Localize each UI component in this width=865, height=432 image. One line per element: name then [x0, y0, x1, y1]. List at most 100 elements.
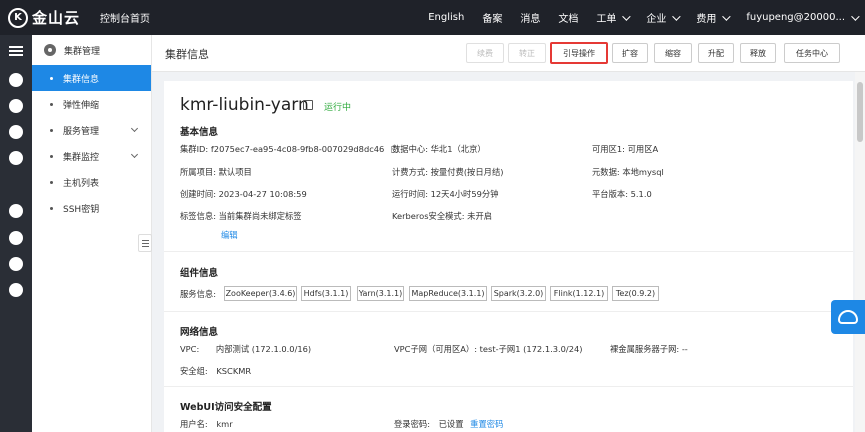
- sidebar-item-label: 主机列表: [63, 178, 100, 189]
- baremetal-subnet: 裸金属服务器子网: --: [610, 344, 688, 354]
- section-basic-title: 基本信息: [180, 127, 219, 138]
- product-icon-4[interactable]: [9, 151, 23, 165]
- sidebar-header-label: 集群管理: [64, 46, 101, 57]
- section-webui-title: WebUI访问安全配置: [180, 402, 272, 413]
- nav-docs[interactable]: 文档: [558, 10, 578, 25]
- component-tag-zookeeper: ZooKeeper(3.4.6): [224, 286, 297, 301]
- service-info-label: 服务信息:: [180, 289, 216, 299]
- chevron-down-icon: [622, 11, 632, 21]
- chevron-down-icon: [130, 150, 139, 159]
- floating-help-button[interactable]: [831, 300, 865, 334]
- webui-password: 登录密码: 已设置 重置密码: [394, 419, 504, 429]
- chevron-down-icon: [722, 11, 732, 21]
- sidebar-item-ssh-keys[interactable]: SSH密钥: [32, 195, 151, 221]
- top-nav-links: English 备案 消息 文档 工单 企业 费用 fuyupeng@20000…: [410, 0, 860, 35]
- nav-beian[interactable]: 备案: [482, 10, 502, 25]
- renew-button[interactable]: 续费: [466, 43, 504, 63]
- task-center-button[interactable]: 任务中心: [784, 43, 840, 63]
- sidebar-item-label: 集群信息: [63, 74, 100, 85]
- created-time: 创建时间: 2023-04-27 10:08:59: [180, 189, 307, 199]
- cloud-icon: [838, 310, 858, 324]
- cluster-name: kmr-liubin-yarn: [180, 95, 309, 115]
- sidebar-item-cluster-info[interactable]: 集群信息: [32, 65, 151, 91]
- data-center: 数据中心: 华北1（北京）: [392, 144, 486, 154]
- sidebar-item-host-list[interactable]: 主机列表: [32, 169, 151, 195]
- vpc-subnet: VPC子网（可用区A）: test-子网1 (172.1.3.0/24): [394, 344, 583, 354]
- bullet-icon: [50, 206, 53, 210]
- section-components-title: 组件信息: [180, 268, 219, 279]
- scale-out-button[interactable]: 扩容: [612, 43, 648, 63]
- product-icon-3[interactable]: [9, 125, 23, 139]
- billing-mode: 计费方式: 按量付费(按日月结): [392, 167, 504, 177]
- bootstrap-action-button[interactable]: 引导操作: [550, 42, 608, 64]
- nav-messages[interactable]: 消息: [520, 10, 540, 25]
- upgrade-button[interactable]: 升配: [698, 43, 734, 63]
- divider: [164, 311, 853, 312]
- status-badge: 运行中: [324, 103, 352, 113]
- bullet-icon: [50, 102, 53, 106]
- component-tag-yarn: Yarn(3.1.1): [357, 286, 404, 301]
- edit-icon[interactable]: [303, 100, 313, 110]
- project: 所属项目: 默认项目: [180, 167, 252, 177]
- gear-icon: [44, 44, 56, 56]
- chevron-down-icon: [851, 11, 860, 21]
- sidebar-item-label: 服务管理: [63, 126, 100, 137]
- sidebar-item-autoscale[interactable]: 弹性伸缩: [32, 91, 151, 117]
- kerberos-mode: Kerberos安全模式: 未开启: [392, 211, 493, 221]
- sidebar-item-service-management[interactable]: 服务管理: [32, 117, 151, 143]
- release-button[interactable]: 释放: [740, 43, 776, 63]
- divider: [164, 386, 853, 387]
- scrollbar[interactable]: [855, 72, 865, 432]
- divider: [164, 251, 853, 252]
- availability-zone: 可用区1: 可用区A: [592, 144, 659, 154]
- cloud-icon[interactable]: [9, 257, 23, 271]
- icon-rail: [0, 35, 32, 432]
- component-tag-mapreduce: MapReduce(3.1.1): [409, 286, 487, 301]
- component-tag-tez: Tez(0.9.2): [612, 286, 659, 301]
- product-icon-1[interactable]: [9, 73, 23, 87]
- nav-enterprise[interactable]: 企业: [646, 10, 682, 25]
- sidebar-collapse-handle[interactable]: [138, 234, 152, 252]
- product-icon-8[interactable]: [9, 283, 23, 297]
- product-icon-2[interactable]: [9, 99, 23, 113]
- menu-icon[interactable]: [9, 46, 23, 56]
- chevron-down-icon: [672, 11, 682, 21]
- sidebar: 集群管理 集群信息 弹性伸缩 服务管理 集群监控 主机列表 SSH密钥: [32, 35, 152, 432]
- security-group: 安全组: KSCKMR: [180, 366, 252, 376]
- top-navbar: K 金山云 控制台首页 English 备案 消息 文档 工单 企业 费用 fu…: [0, 0, 865, 35]
- cluster-detail-panel: kmr-liubin-yarn 运行中 基本信息 集群ID: f2075ec7-…: [164, 81, 853, 432]
- product-icon-6[interactable]: [9, 231, 23, 245]
- scale-in-button[interactable]: 缩容: [654, 43, 692, 63]
- section-network-title: 网络信息: [180, 327, 219, 338]
- cluster-id: 集群ID: f2075ec7-ea95-4c08-9fb8-007029d8dc…: [180, 143, 398, 155]
- convert-button[interactable]: 转正: [508, 43, 546, 63]
- component-tag-spark: Spark(3.2.0): [491, 286, 546, 301]
- sidebar-header: 集群管理: [32, 35, 151, 65]
- component-tag-flink: Flink(1.12.1): [550, 286, 608, 301]
- component-tag-hdfs: Hdfs(3.1.1): [301, 286, 351, 301]
- nav-ticket[interactable]: 工单: [596, 10, 632, 25]
- reset-password-link[interactable]: 重置密码: [470, 419, 503, 429]
- bullet-icon: [50, 180, 53, 184]
- uptime: 运行时间: 12天4小时59分钟: [392, 189, 499, 199]
- chevron-down-icon: [130, 124, 139, 133]
- logo-text: 金山云: [32, 9, 81, 27]
- bullet-icon: [50, 154, 53, 158]
- page-title: 集群信息: [165, 48, 209, 61]
- console-home-link[interactable]: 控制台首页: [100, 10, 150, 25]
- product-icon-5[interactable]: [9, 204, 23, 218]
- sidebar-item-label: SSH密钥: [63, 204, 100, 215]
- bullet-icon: [50, 76, 53, 80]
- scrollbar-thumb[interactable]: [857, 82, 863, 142]
- logo-icon: K: [8, 7, 28, 28]
- webui-username: 用户名: kmr: [180, 419, 233, 429]
- tag-info: 标签信息: 当前集群尚未绑定标签: [180, 211, 302, 221]
- logo[interactable]: K 金山云: [8, 7, 80, 28]
- nav-user[interactable]: fuyupeng@20000...: [746, 11, 860, 23]
- nav-english[interactable]: English: [428, 12, 464, 23]
- platform-version: 平台版本: 5.1.0: [592, 189, 652, 199]
- nav-billing[interactable]: 费用: [696, 10, 732, 25]
- page-header: 集群信息 续费 转正 引导操作 扩容 缩容 升配 释放 任务中心: [152, 35, 865, 72]
- edit-tags-link[interactable]: 编辑: [221, 229, 238, 241]
- sidebar-item-cluster-monitor[interactable]: 集群监控: [32, 143, 151, 169]
